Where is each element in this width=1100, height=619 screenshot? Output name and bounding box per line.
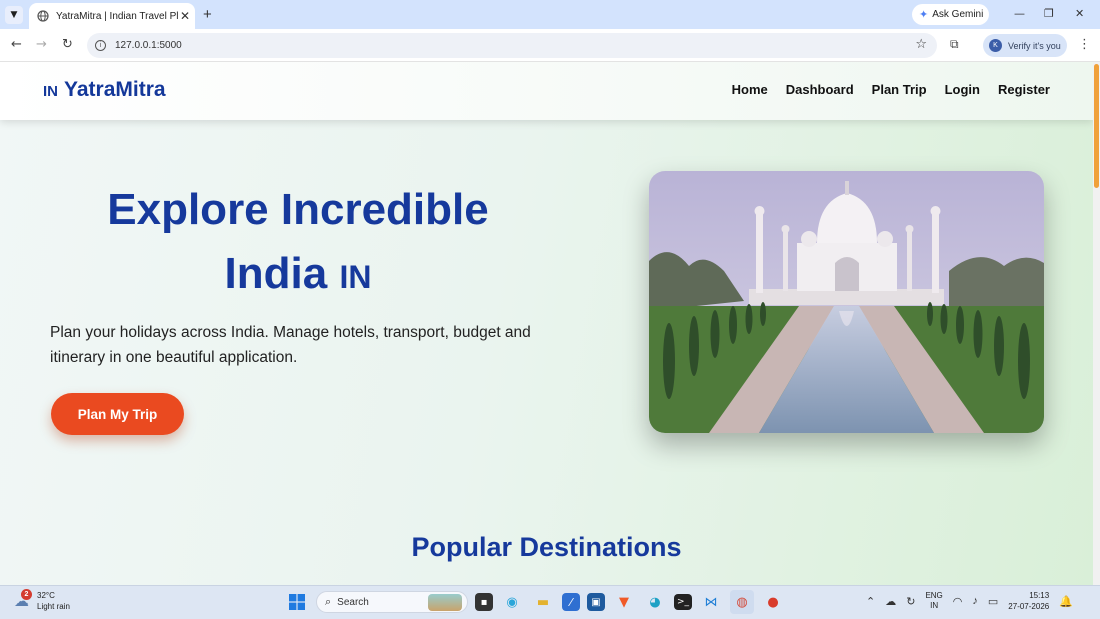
battery-icon[interactable]: ▭	[988, 595, 998, 608]
sync-icon[interactable]: ↻	[906, 595, 915, 608]
back-arrow-icon[interactable]: ←	[11, 37, 22, 52]
brand-flag-text: IN	[43, 83, 58, 100]
new-tab-button[interactable]: +	[203, 6, 212, 23]
page-scrollbar[interactable]	[1093, 62, 1100, 585]
browser-menu-icon[interactable]: ⋮	[1078, 37, 1091, 52]
profile-avatar: K	[989, 39, 1002, 52]
tab-title: YatraMitra | Indian Travel Planner	[56, 10, 178, 22]
weather-text: 32°C Light rain	[37, 590, 70, 612]
tab-list-chevron-icon[interactable]: ▼	[5, 6, 23, 24]
address-bar[interactable]: i 127.0.0.1:5000 ☆	[87, 33, 937, 58]
store-icon[interactable]: ▣	[587, 593, 605, 611]
file-explorer-icon[interactable]: ▬	[531, 590, 555, 614]
ask-gemini-button[interactable]: ✦ Ask Gemini	[912, 4, 989, 25]
popular-destinations-heading: Popular Destinations	[411, 532, 682, 562]
nav-register-link[interactable]: Register	[998, 82, 1050, 97]
browser-tab-bar: ▼ YatraMitra | Indian Travel Planner ✕ +…	[0, 0, 1100, 29]
windows-start-icon[interactable]	[285, 590, 309, 614]
lang-bottom: IN	[930, 601, 939, 610]
edge-browser-icon[interactable]: ◕	[643, 590, 667, 614]
nav-dashboard-link[interactable]: Dashboard	[786, 82, 854, 97]
nav-login-link[interactable]: Login	[945, 82, 980, 97]
brave-browser-icon[interactable]: ▼	[612, 590, 636, 614]
nav-links: Home Dashboard Plan Trip Login Register	[732, 82, 1050, 97]
scrollbar-thumb[interactable]	[1094, 64, 1099, 188]
edge-dev-icon[interactable]: ◉	[500, 590, 524, 614]
ask-gemini-label: Ask Gemini	[932, 9, 984, 20]
system-tray: ⌃ ☁ ↻ ENG IN ◠ ♪ ▭ 15:13 27-07-2026 🔔	[866, 590, 1073, 612]
weather-badge: 2	[21, 589, 32, 600]
plan-my-trip-button[interactable]: Plan My Trip	[51, 393, 184, 435]
clock[interactable]: 15:13 27-07-2026	[1008, 590, 1049, 612]
language-indicator[interactable]: ENG IN	[925, 591, 942, 611]
browser-toolbar: ← → ↻ i 127.0.0.1:5000 ☆ ⧉ K Verify it's…	[0, 29, 1100, 62]
site-navbar: IN YatraMitra Home Dashboard Plan Trip L…	[0, 62, 1093, 120]
verify-label: Verify it's you	[1008, 40, 1061, 51]
hero-flag-text: IN	[339, 259, 372, 295]
acrobat-icon[interactable]: ●	[761, 590, 785, 614]
brand-name: YatraMitra	[64, 78, 166, 101]
hero-title-india: India	[224, 249, 328, 298]
weather-widget[interactable]: ☁ 2 32°C Light rain	[14, 589, 70, 612]
search-icon: ⌕	[325, 595, 332, 608]
taskbar-search[interactable]: ⌕ Search	[316, 591, 468, 613]
hero-title: Explore Incredible India IN	[50, 178, 546, 309]
nav-home-link[interactable]: Home	[732, 82, 768, 97]
globe-icon	[37, 10, 49, 22]
notification-bell-icon[interactable]: 🔔	[1059, 595, 1073, 608]
taskbar-apps: ⌕ Search ▪ ◉ ▬ ⁄ ▣ ▼ ◕ >_ ⋈ ◍ ●	[285, 590, 785, 614]
reload-icon[interactable]: ↻	[62, 37, 73, 52]
clock-date: 27-07-2026	[1008, 602, 1050, 611]
nav-plan-trip-link[interactable]: Plan Trip	[872, 82, 927, 97]
url-text[interactable]: 127.0.0.1:5000	[115, 40, 182, 51]
profile-verify-button[interactable]: K Verify it's you	[983, 34, 1067, 57]
close-window-icon[interactable]: ✕	[1075, 7, 1084, 20]
wifi-icon[interactable]: ◠	[953, 595, 963, 608]
hero-title-line2: India IN	[50, 242, 546, 309]
taj-mahal-hero-image	[649, 171, 1044, 433]
rain-cloud-icon: ☁ 2	[14, 589, 32, 610]
minimize-icon[interactable]: —	[1014, 7, 1025, 20]
task-view-icon[interactable]: ▪	[475, 593, 493, 611]
site-logo[interactable]: IN YatraMitra	[43, 78, 166, 102]
vscode-icon[interactable]: ⋈	[699, 590, 723, 614]
restore-icon[interactable]: ❐	[1044, 7, 1054, 20]
search-highlight-image	[428, 594, 462, 611]
page-viewport: IN YatraMitra Home Dashboard Plan Trip L…	[0, 62, 1093, 585]
forward-arrow-icon[interactable]: →	[36, 37, 47, 52]
extensions-puzzle-icon[interactable]: ⧉	[950, 37, 959, 52]
close-tab-icon[interactable]: ✕	[180, 9, 190, 23]
gemini-sparkle-icon: ✦	[919, 9, 929, 21]
browser-tab-active[interactable]: YatraMitra | Indian Travel Planner ✕	[29, 3, 195, 29]
volume-icon[interactable]: ♪	[972, 595, 978, 607]
tray-chevron-up-icon[interactable]: ⌃	[866, 595, 875, 608]
windows-taskbar: ☁ 2 32°C Light rain ⌕ Search ▪ ◉ ▬ ⁄ ▣ ▼…	[0, 585, 1100, 619]
visual-studio-icon[interactable]: ⁄	[562, 593, 580, 611]
terminal-icon[interactable]: >_	[674, 594, 692, 610]
weather-description: Light rain	[37, 602, 70, 611]
bookmark-star-icon[interactable]: ☆	[915, 37, 927, 52]
clock-time: 15:13	[1029, 591, 1050, 600]
site-info-icon[interactable]: i	[95, 40, 106, 51]
taskbar-search-label: Search	[337, 596, 369, 608]
chrome-icon[interactable]: ◍	[730, 590, 754, 614]
hero-title-line1: Explore Incredible	[107, 185, 489, 234]
lang-top: ENG	[925, 591, 943, 600]
hero-subtitle: Plan your holidays across India. Manage …	[50, 324, 531, 366]
onedrive-icon[interactable]: ☁	[885, 595, 896, 608]
temperature: 32°C	[37, 591, 55, 600]
